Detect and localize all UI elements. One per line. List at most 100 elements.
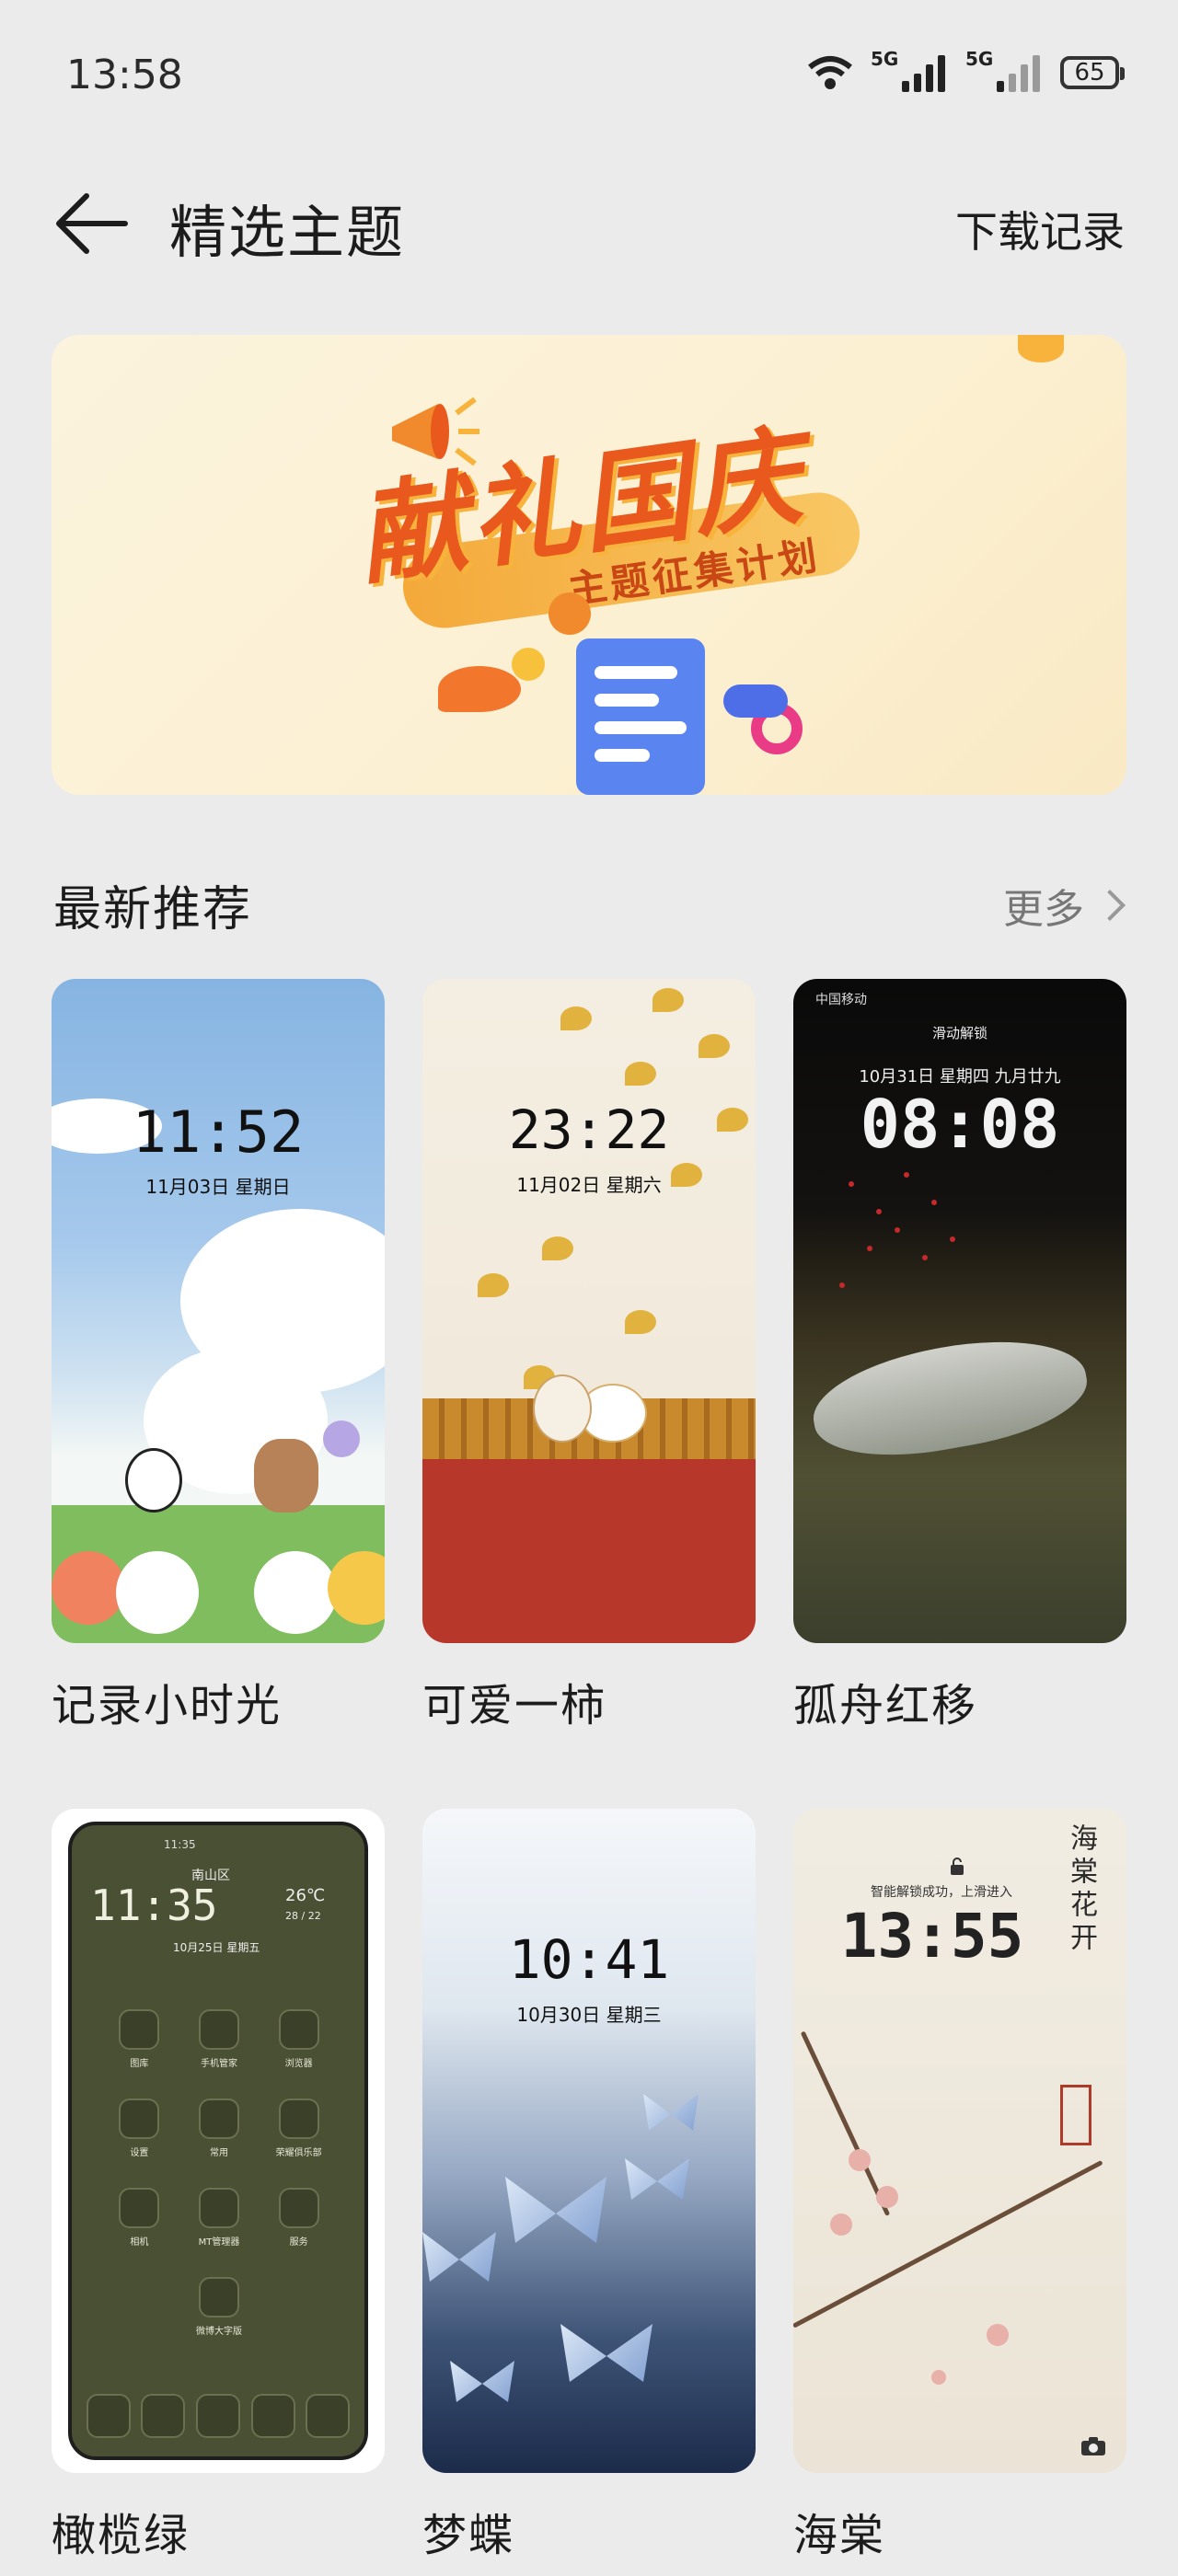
weather-temp: 26℃ [285, 1886, 326, 1905]
theme-date: 10月25日 星期五 [173, 1941, 260, 1954]
promo-banner[interactable]: 献礼国庆 主题征集计划 [52, 335, 1126, 795]
butterfly-decor [643, 2094, 699, 2131]
app-icon: 设置 [99, 2099, 179, 2158]
balloon-decor [323, 1420, 360, 1457]
app-icon: 手机管家 [179, 2009, 260, 2069]
phone-app-icon [86, 2394, 131, 2438]
paint-app-icon [306, 2394, 351, 2438]
decor-pill [723, 684, 788, 718]
theme-thumbnail[interactable]: 中国移动 滑动解锁 10月31日 星期四 九月廿九 08:08 [793, 979, 1126, 1643]
theme-thumbnail[interactable]: 11:35 南山区 11:35 26℃ 28 / 22 10月25日 星期五 图… [52, 1809, 385, 2473]
more-link[interactable]: 更多 [1003, 876, 1126, 935]
decor-swirl [438, 666, 521, 712]
messages-app-icon [141, 2394, 186, 2438]
theme-date: 11月03日 星期日 [145, 1176, 291, 1198]
ember-dot [876, 1209, 882, 1214]
app-icon: 荣耀俱乐部 [259, 2099, 339, 2158]
browser-app-icon [195, 2394, 240, 2438]
back-arrow-icon[interactable] [50, 182, 133, 265]
download-history-link[interactable]: 下载记录 [955, 199, 1125, 259]
wifi-icon [808, 56, 852, 89]
ginkgo-leaf [542, 1236, 573, 1260]
ginkgo-leaf [478, 1273, 509, 1297]
bear-character [254, 1439, 318, 1512]
ember-dot [922, 1255, 928, 1260]
unlock-hint: 智能解锁成功，上滑进入 [871, 1885, 1012, 1900]
butterfly-decor [450, 2361, 514, 2402]
theme-card[interactable]: 23:22 11月02日 星期六 可爱一柿 [422, 979, 756, 1731]
red-wall [422, 1459, 756, 1643]
decor-orange-ball [549, 592, 591, 635]
theme-card[interactable]: 海棠花开 智能解锁成功，上滑进入 13:55 海棠 [793, 1809, 1126, 2561]
theme-card[interactable]: 中国移动 滑动解锁 10月31日 星期四 九月廿九 08:08 孤舟红移 [793, 979, 1126, 1731]
decor-balloon [1018, 335, 1064, 362]
rabbit-character [533, 1374, 592, 1443]
theme-date: 10月31日 星期四 九月廿九 [859, 1067, 1061, 1087]
theme-card[interactable]: 11:35 南山区 11:35 26℃ 28 / 22 10月25日 星期五 图… [52, 1809, 385, 2561]
theme-card[interactable]: 11:52 11月03日 星期日 记录小时光 [52, 979, 385, 1731]
theme-clock: 13:55 [840, 1901, 1024, 1972]
boat-illustration [804, 1323, 1095, 1472]
theme-clock: 23:22 [508, 1098, 670, 1161]
camera-app-icon [250, 2394, 295, 2438]
page-title: 精选主题 [169, 199, 406, 266]
theme-thumbnail[interactable]: 海棠花开 智能解锁成功，上滑进入 13:55 [793, 1809, 1126, 2473]
ginkgo-leaf [625, 1062, 656, 1086]
butterfly-decor [560, 2324, 653, 2382]
status-time: 13:58 [66, 52, 183, 98]
cell-signal-1-icon: 5G [871, 48, 945, 92]
theme-clock: 10:41 [508, 1928, 670, 1991]
more-label: 更多 [1003, 886, 1084, 933]
theme-name: 孤舟红移 [793, 1680, 978, 1731]
phone-mockup: 11:35 南山区 11:35 26℃ 28 / 22 10月25日 星期五 图… [68, 1822, 368, 2460]
decor-star [512, 648, 545, 681]
ember-dot [895, 1227, 900, 1233]
panda-character [125, 1448, 182, 1512]
app-icon: 服务 [259, 2188, 339, 2248]
ember-dot [950, 1236, 955, 1242]
cell-signal-2-icon: 5G [965, 48, 1040, 92]
branch-decor [793, 2159, 1103, 2329]
network-type-label: 5G [871, 48, 899, 70]
ember-dot [867, 1246, 872, 1251]
dock [81, 2388, 355, 2444]
weather-range: 28 / 22 [285, 1910, 321, 1922]
flower-decor [116, 1551, 199, 1634]
ember-dot [839, 1282, 845, 1288]
blossom-decor [849, 2149, 871, 2171]
theme-name: 橄榄绿 [52, 2510, 191, 2561]
status-icons: 5G 5G 65 [806, 48, 1125, 92]
flower-decor [254, 1551, 337, 1634]
camera-icon [1081, 2437, 1105, 2455]
document-illustration [576, 638, 705, 795]
blossom-decor [931, 2370, 946, 2385]
unlock-hint: 滑动解锁 [931, 1025, 987, 1041]
section-title: 最新推荐 [53, 882, 253, 937]
theme-thumbnail[interactable]: 11:52 11月03日 星期日 [52, 979, 385, 1643]
ember-dot [904, 1172, 909, 1178]
theme-thumbnail[interactable]: 23:22 11月02日 星期六 [422, 979, 756, 1643]
app-icon: 浏览器 [259, 2009, 339, 2069]
ginkgo-leaf [560, 1006, 592, 1030]
butterfly-decor [422, 2232, 496, 2282]
theme-clock: 11:35 [90, 1880, 218, 1930]
theme-thumbnail[interactable]: 10:41 10月30日 星期三 [422, 1809, 756, 2473]
app-icon: 微博大字版 [179, 2277, 260, 2337]
blossom-decor [876, 2186, 898, 2208]
ember-dot [849, 1181, 854, 1187]
theme-date: 11月02日 星期六 [516, 1174, 662, 1196]
butterfly-decor [625, 2158, 689, 2200]
butterfly-decor [505, 2177, 606, 2243]
theme-name: 可爱一柿 [422, 1680, 607, 1731]
theme-name: 梦蝶 [422, 2510, 515, 2561]
ember-dot [931, 1200, 937, 1205]
blossom-decor [830, 2214, 852, 2236]
app-icon: 图库 [99, 2009, 179, 2069]
mini-status-time: 11:35 [164, 1838, 196, 1851]
app-icon: 常用 [179, 2099, 260, 2158]
theme-card[interactable]: 10:41 10月30日 星期三 梦蝶 [422, 1809, 756, 2561]
ginkgo-leaf [653, 988, 684, 1012]
app-icon: 相机 [99, 2188, 179, 2248]
theme-date: 10月30日 星期三 [516, 2004, 662, 2026]
theme-clock: 11:52 [132, 1098, 305, 1166]
